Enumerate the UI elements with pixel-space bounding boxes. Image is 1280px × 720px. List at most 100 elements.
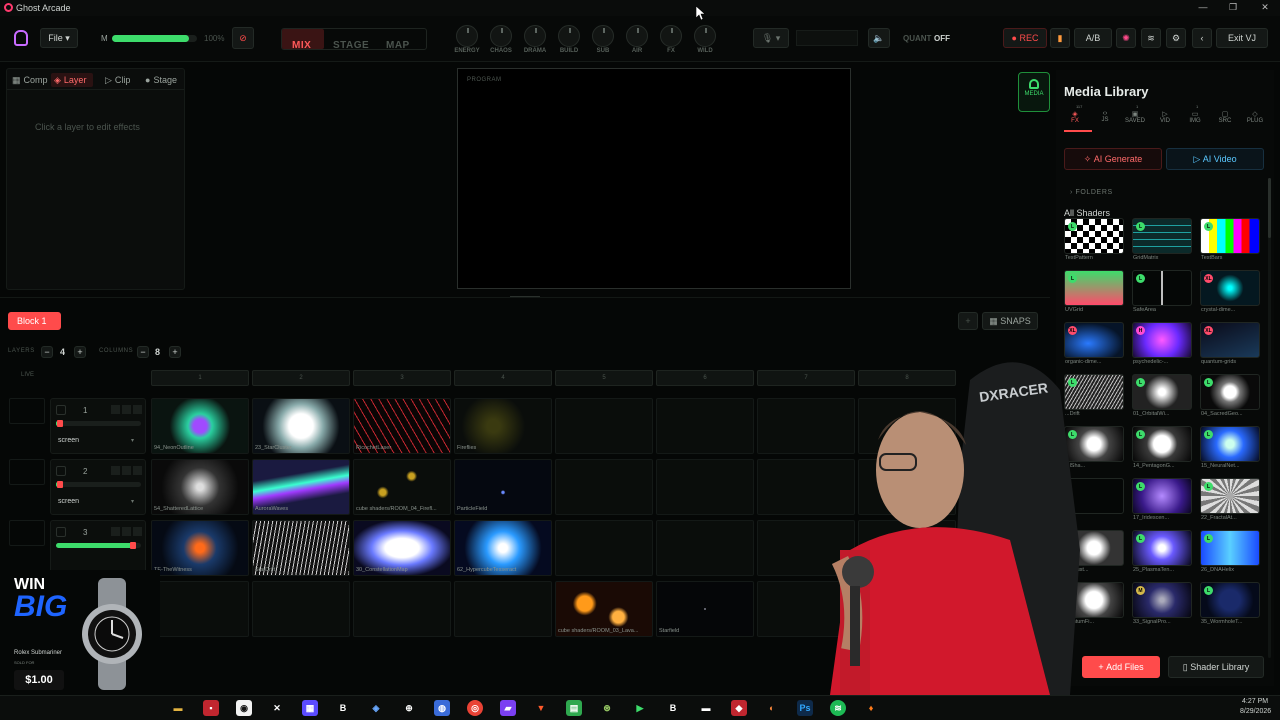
bypass-button[interactable] bbox=[133, 466, 142, 475]
empty-clip-slot[interactable] bbox=[151, 581, 249, 637]
knob-wild[interactable] bbox=[694, 25, 716, 47]
solo-button[interactable] bbox=[111, 405, 120, 414]
empty-clip-slot[interactable] bbox=[656, 459, 754, 515]
knob-chaos[interactable] bbox=[490, 25, 512, 47]
tab-mix[interactable]: MIX bbox=[292, 40, 311, 51]
clip-cell[interactable]: AuroraWaves bbox=[252, 459, 350, 515]
app-icon[interactable]: ▬ bbox=[698, 700, 714, 716]
clip-cell[interactable]: RicochetLaser bbox=[353, 398, 451, 454]
minimize-icon[interactable]: — bbox=[1196, 2, 1210, 14]
layer-opacity-slider[interactable] bbox=[56, 420, 141, 427]
shader-thumbnail[interactable]: L bbox=[1200, 478, 1260, 514]
column-header[interactable]: 3 bbox=[353, 370, 451, 386]
media-tab[interactable]: MEDIA bbox=[1018, 72, 1050, 112]
slider-handle[interactable] bbox=[57, 420, 63, 427]
mute-button[interactable] bbox=[122, 405, 131, 414]
media-tab-img[interactable]: 1 ▭ IMG bbox=[1182, 104, 1208, 124]
column-header[interactable]: 5 bbox=[555, 370, 653, 386]
column-header[interactable]: 1 bbox=[151, 370, 249, 386]
live-slot[interactable] bbox=[9, 459, 45, 485]
ai-generate-button[interactable]: ✧ AI Generate bbox=[1064, 148, 1162, 170]
layers-icon[interactable]: ≋ bbox=[1141, 28, 1161, 48]
app-icon[interactable]: ◈ bbox=[368, 700, 384, 716]
layer-opacity-slider[interactable] bbox=[56, 481, 141, 488]
media-tab-vid[interactable]: ▷ VID bbox=[1152, 110, 1178, 124]
app-icon[interactable]: ⊕ bbox=[401, 700, 417, 716]
shader-thumbnail[interactable]: L bbox=[1200, 218, 1260, 254]
empty-clip-slot[interactable] bbox=[555, 520, 653, 576]
app-icon[interactable]: ▰ bbox=[500, 700, 516, 716]
app-icon[interactable]: ♦ bbox=[863, 700, 879, 716]
brave-icon[interactable]: ▼ bbox=[533, 700, 549, 716]
add-layer-button[interactable]: + bbox=[74, 346, 86, 358]
shader-thumbnail[interactable]: XL bbox=[1200, 322, 1260, 358]
empty-clip-slot[interactable] bbox=[555, 459, 653, 515]
blend-mode-select[interactable]: screen bbox=[58, 498, 79, 505]
shader-thumbnail[interactable]: L bbox=[1200, 374, 1260, 410]
empty-clip-slot[interactable] bbox=[555, 398, 653, 454]
settings-gear-icon[interactable]: ✺ bbox=[1116, 28, 1136, 48]
solo-button[interactable] bbox=[111, 466, 120, 475]
scrollbar[interactable] bbox=[1268, 178, 1271, 658]
empty-clip-slot[interactable] bbox=[454, 581, 552, 637]
media-tab-src[interactable]: ▢ SRC bbox=[1212, 110, 1238, 124]
app-icon[interactable]: ▤ bbox=[566, 700, 582, 716]
app-icon[interactable]: ◍ bbox=[434, 700, 450, 716]
bypass-button[interactable] bbox=[133, 527, 142, 536]
folder-icon[interactable]: ▬ bbox=[170, 700, 186, 716]
clip-cell[interactable]: StarDrift bbox=[252, 520, 350, 576]
ab-button[interactable]: A/B bbox=[1074, 28, 1112, 48]
knob-energy[interactable] bbox=[456, 25, 478, 47]
clip-cell[interactable]: 94_NeonOutline bbox=[151, 398, 249, 454]
app-icon[interactable]: ▶ bbox=[632, 700, 648, 716]
remove-column-button[interactable]: − bbox=[137, 346, 149, 358]
record-button[interactable]: ● REC bbox=[1003, 28, 1047, 48]
block-tab[interactable]: Block 1 bbox=[8, 312, 61, 330]
mic-button[interactable]: 🎙 ▾ bbox=[753, 28, 789, 48]
empty-clip-slot[interactable] bbox=[353, 581, 451, 637]
add-block-button[interactable]: + bbox=[958, 312, 978, 330]
app-icon[interactable]: B bbox=[665, 700, 681, 716]
clip-cell[interactable]: 54_ShatteredLattice bbox=[151, 459, 249, 515]
shader-thumbnail[interactable]: H bbox=[1132, 322, 1192, 358]
knob-air[interactable] bbox=[626, 25, 648, 47]
photoshop-icon[interactable]: Ps bbox=[797, 700, 813, 716]
empty-clip-slot[interactable] bbox=[656, 520, 754, 576]
media-tab-saved[interactable]: 1 ▣ SAVED bbox=[1122, 104, 1148, 124]
blend-mode-select[interactable]: screen bbox=[58, 437, 79, 444]
clip-cell[interactable]: Starfield bbox=[656, 581, 754, 637]
shader-thumbnail[interactable]: XL bbox=[1200, 270, 1260, 306]
mute-button[interactable] bbox=[122, 527, 131, 536]
shader-library-button[interactable]: ▯ Shader Library bbox=[1168, 656, 1264, 678]
empty-clip-slot[interactable] bbox=[656, 398, 754, 454]
remove-layer-button[interactable]: − bbox=[41, 346, 53, 358]
tab-map[interactable]: MAP bbox=[386, 40, 410, 51]
column-header[interactable]: 2 bbox=[252, 370, 350, 386]
shader-thumbnail[interactable]: L bbox=[1132, 270, 1192, 306]
shader-thumbnail[interactable]: L bbox=[1064, 218, 1124, 254]
slider-handle[interactable] bbox=[57, 481, 63, 488]
layer-opacity-slider[interactable] bbox=[56, 542, 141, 549]
shader-thumbnail[interactable]: L bbox=[1200, 530, 1260, 566]
tab-comp[interactable]: ▦ Comp bbox=[12, 73, 48, 87]
shader-thumbnail[interactable]: M bbox=[1132, 582, 1192, 618]
knob-drama[interactable] bbox=[524, 25, 546, 47]
app-icon[interactable]: ◆ bbox=[731, 700, 747, 716]
grid-icon[interactable]: ▦ bbox=[302, 700, 318, 716]
shader-thumbnail[interactable]: L bbox=[1200, 582, 1260, 618]
close-icon[interactable]: ✕ bbox=[1258, 2, 1272, 14]
app-icon[interactable]: ⊛ bbox=[599, 700, 615, 716]
layer-toggle[interactable] bbox=[56, 405, 66, 415]
file-menu-button[interactable]: File ▾ bbox=[40, 28, 78, 48]
knob-sub[interactable] bbox=[592, 25, 614, 47]
ai-video-button[interactable]: ▷ AI Video bbox=[1166, 148, 1264, 170]
clip-cell[interactable]: Fireflies bbox=[454, 398, 552, 454]
shader-thumbnail[interactable]: L bbox=[1132, 374, 1192, 410]
clip-cell[interactable]: cube shaders/ROOM_03_Lava... bbox=[555, 581, 653, 637]
shader-thumbnail[interactable]: L bbox=[1132, 218, 1192, 254]
clip-cell[interactable]: TE-TheWitness bbox=[151, 520, 249, 576]
exit-vj-button[interactable]: Exit VJ bbox=[1216, 28, 1268, 48]
shader-thumbnail[interactable]: L bbox=[1132, 478, 1192, 514]
speaker-icon[interactable]: 🔈 bbox=[868, 28, 890, 48]
shader-thumbnail[interactable]: L bbox=[1200, 426, 1260, 462]
